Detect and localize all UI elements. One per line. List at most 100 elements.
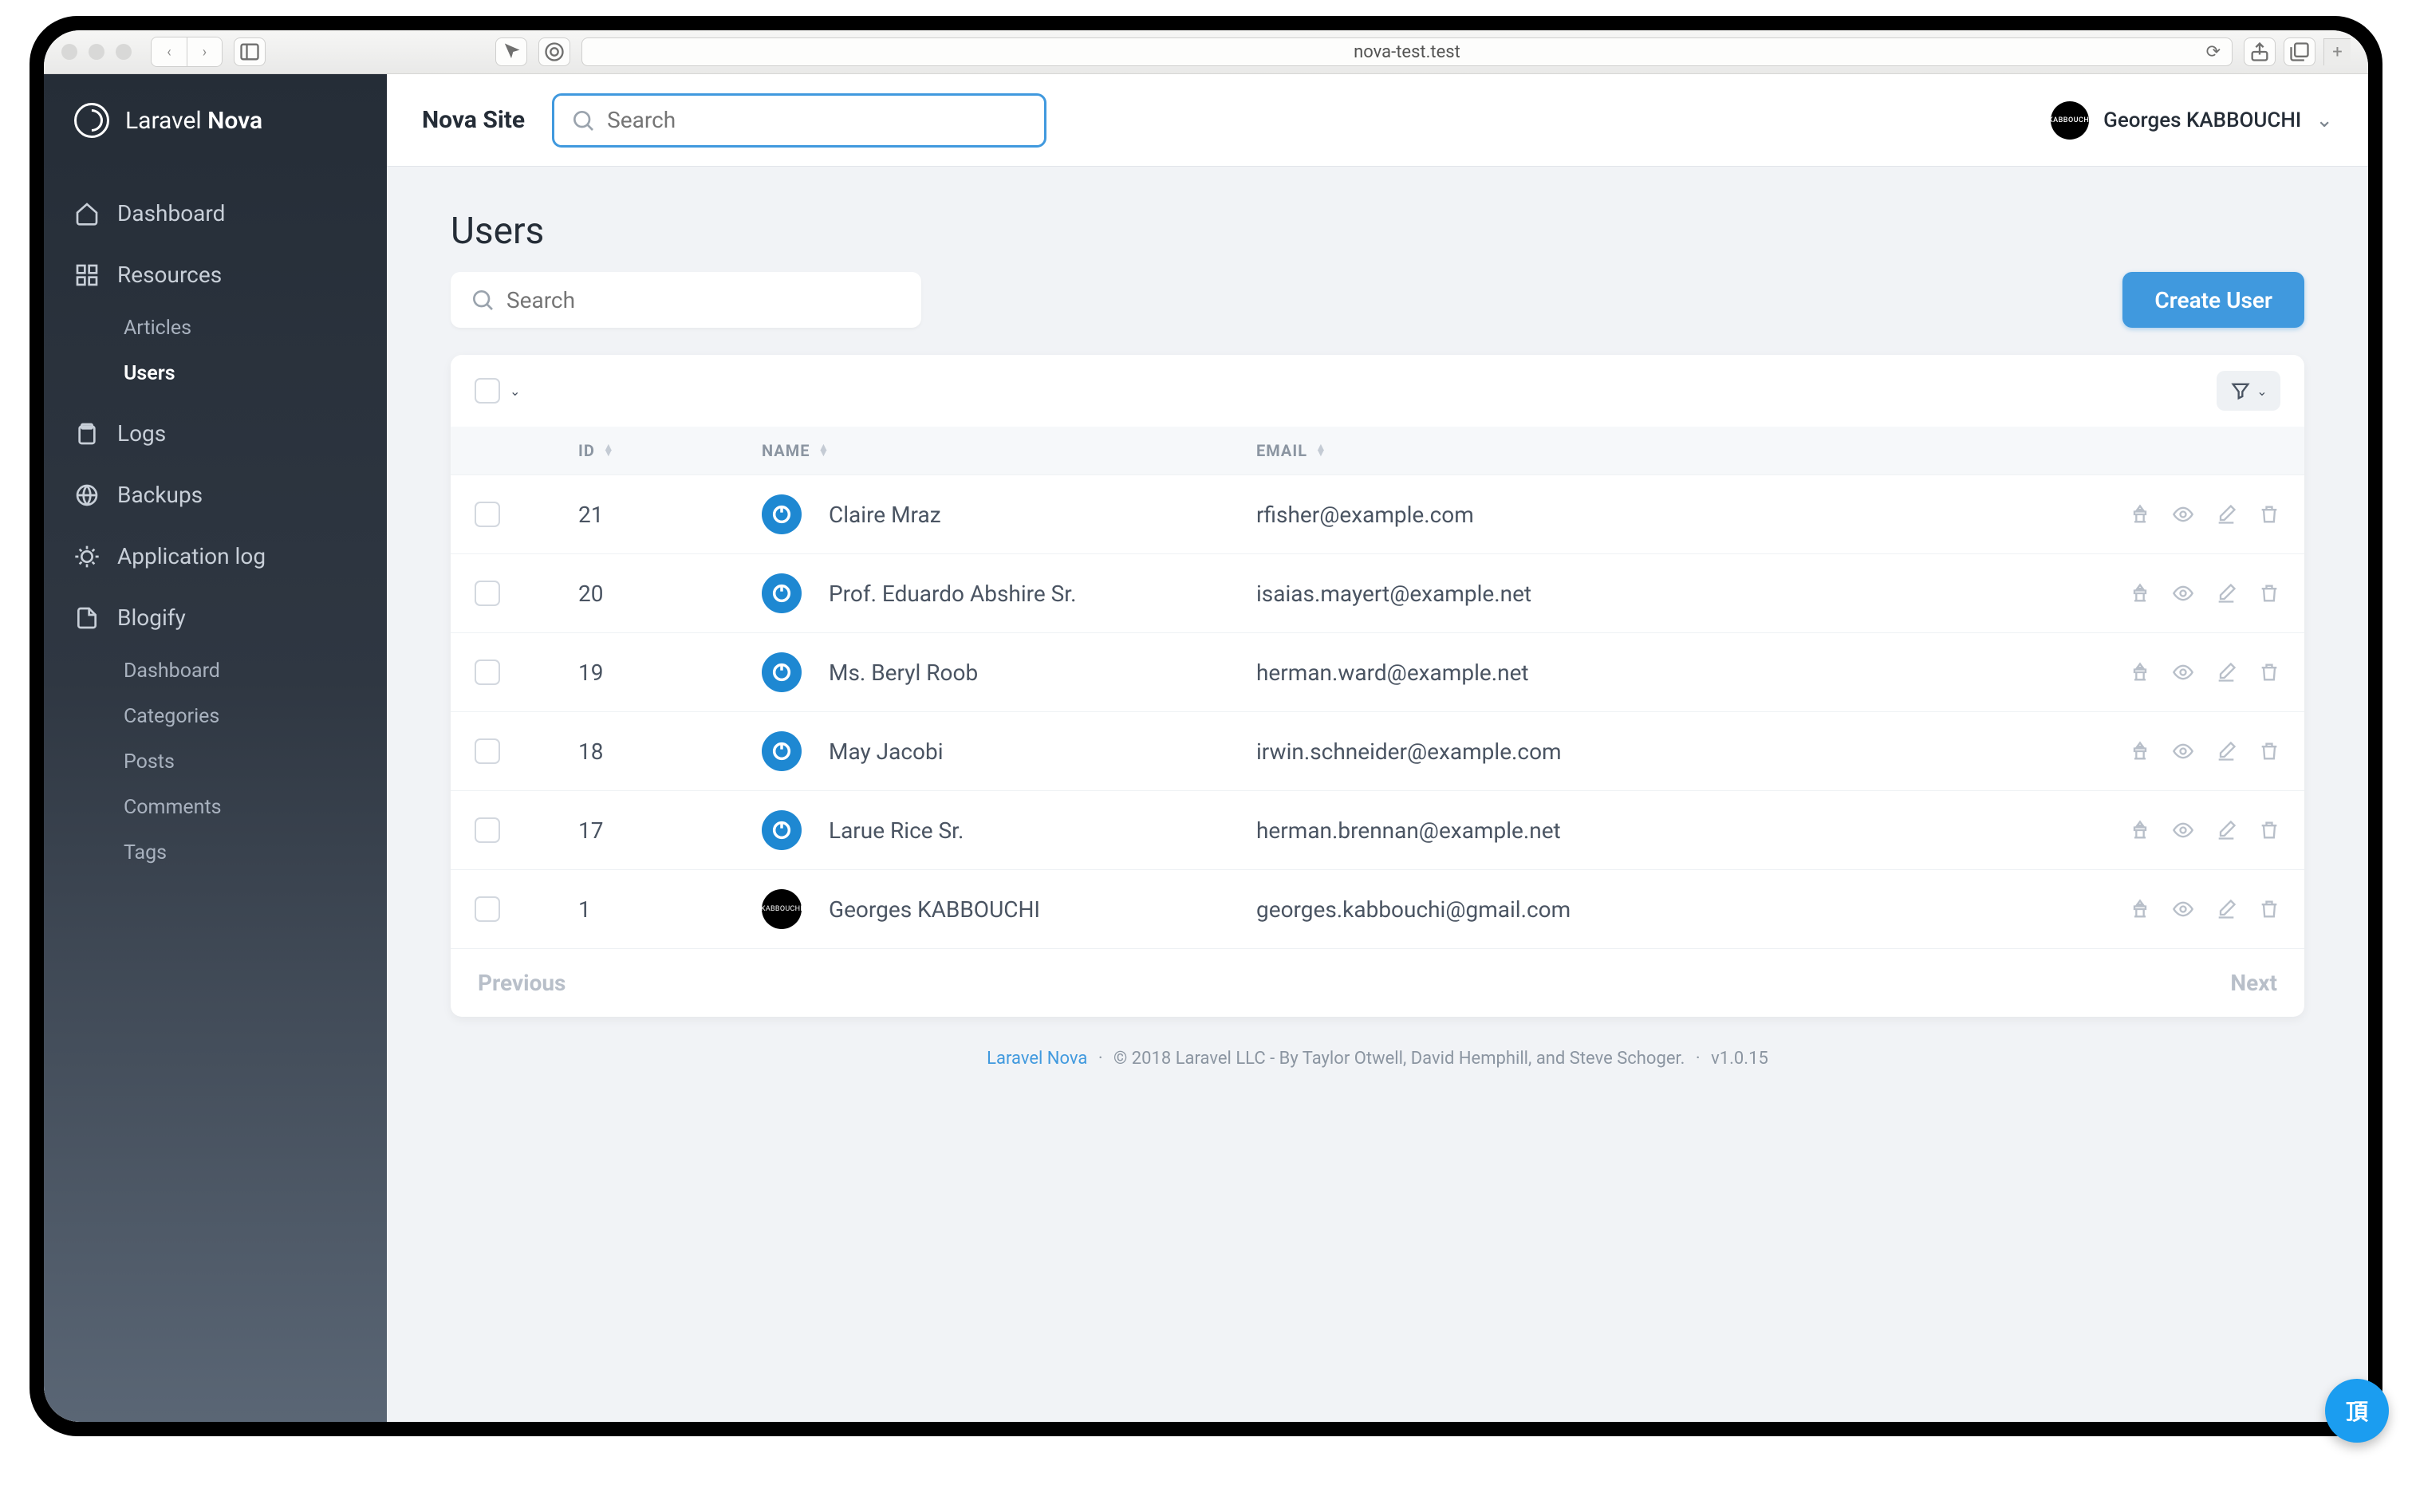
- footer-version: v1.0.15: [1711, 1049, 1768, 1069]
- sidebar-toggle-button[interactable]: [234, 37, 266, 66]
- sidebar-item-posts[interactable]: Posts: [44, 739, 387, 785]
- row-actions: [1993, 740, 2280, 762]
- traffic-max[interactable]: [116, 44, 132, 60]
- sidebar-item-backups[interactable]: Backups: [44, 464, 387, 526]
- delete-button[interactable]: [2258, 740, 2280, 762]
- sidebar-item-users[interactable]: Users: [44, 351, 387, 396]
- row-email: irwin.schneider@example.com: [1256, 738, 1993, 765]
- filter-button[interactable]: ⌄: [2217, 371, 2280, 411]
- view-button[interactable]: [2172, 661, 2194, 683]
- traffic-min[interactable]: [89, 44, 104, 60]
- sidebar-item-tags[interactable]: Tags: [44, 830, 387, 876]
- delete-button[interactable]: [2258, 661, 2280, 683]
- chevron-down-icon[interactable]: ⌄: [510, 384, 520, 399]
- resource-search-input[interactable]: [506, 287, 902, 313]
- edit-button[interactable]: [2215, 582, 2237, 604]
- url-text: nova-test.test: [1354, 42, 1460, 62]
- sidebar-item-label: Users: [124, 362, 175, 385]
- row-checkbox[interactable]: [475, 896, 500, 922]
- edit-button[interactable]: [2215, 661, 2237, 683]
- new-tab-button[interactable]: +: [2323, 38, 2351, 65]
- footer: Laravel Nova · © 2018 Laravel LLC - By T…: [451, 1017, 2304, 1124]
- create-user-button[interactable]: Create User: [2122, 272, 2304, 328]
- delete-button[interactable]: [2258, 503, 2280, 526]
- delete-button[interactable]: [2258, 582, 2280, 604]
- swirl-icon: [74, 103, 109, 138]
- share-button[interactable]: [2244, 37, 2276, 66]
- sidebar-item-blogify[interactable]: Blogify: [44, 587, 387, 648]
- main: Nova Site KABBOUCHI Georges KABBOUCHI ⌄ …: [387, 74, 2368, 1422]
- sidebar-item-label: Resources: [117, 262, 222, 288]
- resource-search[interactable]: [451, 272, 921, 328]
- sidebar-item-resources[interactable]: Resources: [44, 244, 387, 305]
- sidebar-item-label: Application log: [117, 543, 266, 569]
- global-search[interactable]: [552, 93, 1046, 148]
- delete-button[interactable]: [2258, 898, 2280, 920]
- edit-button[interactable]: [2215, 898, 2237, 920]
- impersonate-button[interactable]: [2129, 740, 2151, 762]
- table-toolbar: ⌄ ⌄: [451, 355, 2304, 427]
- target-button[interactable]: [538, 37, 570, 66]
- sidebar-item-dashboard[interactable]: Dashboard: [44, 183, 387, 244]
- sidebar-item-applog[interactable]: Application log: [44, 526, 387, 587]
- clipboard-icon: [74, 421, 100, 447]
- view-button[interactable]: [2172, 898, 2194, 920]
- home-icon: [74, 201, 100, 226]
- row-avatar: KABBOUCHI: [762, 889, 802, 929]
- sidebar-item-categories[interactable]: Categories: [44, 694, 387, 739]
- view-button[interactable]: [2172, 740, 2194, 762]
- impersonate-button[interactable]: [2129, 661, 2151, 683]
- prev-button[interactable]: Previous: [478, 970, 566, 996]
- back-button[interactable]: ‹: [152, 37, 187, 66]
- impersonate-button[interactable]: [2129, 898, 2151, 920]
- delete-button[interactable]: [2258, 819, 2280, 841]
- edit-button[interactable]: [2215, 503, 2237, 526]
- row-checkbox[interactable]: [475, 660, 500, 685]
- col-name[interactable]: NAME ▲▼: [762, 441, 1256, 460]
- sidebar-item-label: Backups: [117, 482, 203, 508]
- forward-button[interactable]: ›: [187, 37, 222, 66]
- tabs-button[interactable]: [2284, 37, 2315, 66]
- global-search-input[interactable]: [607, 107, 1028, 133]
- view-button[interactable]: [2172, 819, 2194, 841]
- avatar: KABBOUCHI: [2051, 101, 2089, 140]
- filter-icon: [2229, 380, 2252, 402]
- pointer-button[interactable]: [495, 37, 527, 66]
- traffic-close[interactable]: [61, 44, 77, 60]
- user-menu[interactable]: KABBOUCHI Georges KABBOUCHI ⌄: [2051, 101, 2333, 140]
- table-card: ⌄ ⌄ ID ▲▼: [451, 355, 2304, 1017]
- browser-chrome: ‹ › nova-test.test ⟳: [44, 30, 2368, 74]
- reload-icon[interactable]: ⟳: [2206, 42, 2221, 62]
- col-id[interactable]: ID ▲▼: [578, 441, 762, 460]
- row-checkbox[interactable]: [475, 817, 500, 843]
- edit-button[interactable]: [2215, 819, 2237, 841]
- sidebar-item-logs[interactable]: Logs: [44, 403, 387, 464]
- col-email[interactable]: EMAIL ▲▼: [1256, 441, 1993, 460]
- view-button[interactable]: [2172, 503, 2194, 526]
- impersonate-button[interactable]: [2129, 819, 2151, 841]
- impersonate-button[interactable]: [2129, 582, 2151, 604]
- next-button[interactable]: Next: [2230, 970, 2277, 996]
- view-button[interactable]: [2172, 582, 2194, 604]
- edit-button[interactable]: [2215, 740, 2237, 762]
- grid-icon: [74, 262, 100, 288]
- row-actions: [1993, 661, 2280, 683]
- select-all-checkbox[interactable]: [475, 378, 500, 404]
- row-checkbox[interactable]: [475, 738, 500, 764]
- url-bar[interactable]: nova-test.test ⟳: [581, 37, 2233, 66]
- row-checkbox[interactable]: [475, 581, 500, 606]
- footer-link[interactable]: Laravel Nova: [987, 1049, 1087, 1069]
- row-id: 1: [578, 896, 762, 923]
- sidebar-item-comments[interactable]: Comments: [44, 785, 387, 830]
- logo[interactable]: Laravel Nova: [44, 74, 387, 167]
- page-title: Users: [451, 210, 2304, 253]
- sidebar-item-articles[interactable]: Articles: [44, 305, 387, 351]
- impersonate-button[interactable]: [2129, 503, 2151, 526]
- row-checkbox[interactable]: [475, 502, 500, 527]
- footer-copyright: © 2018 Laravel LLC - By Taylor Otwell, D…: [1113, 1049, 1685, 1069]
- user-name: Georges KABBOUCHI: [2103, 108, 2301, 132]
- sidebar-item-blogify-dashboard[interactable]: Dashboard: [44, 648, 387, 694]
- top-badge[interactable]: 頂: [2325, 1379, 2389, 1443]
- actions-row: Create User: [451, 272, 2304, 328]
- row-avatar: [762, 731, 802, 771]
